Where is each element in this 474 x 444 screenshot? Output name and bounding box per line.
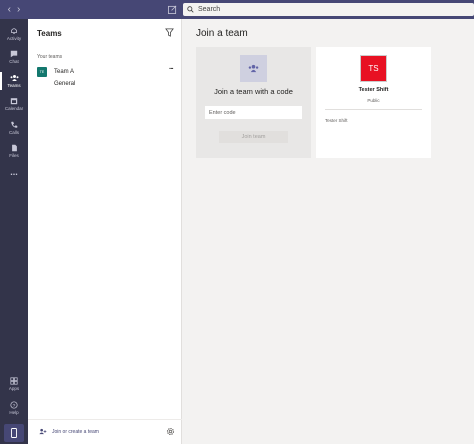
page-title: Join a team (196, 28, 248, 39)
team-name: Team A (54, 68, 75, 75)
chat-icon (10, 50, 18, 58)
appbar-item-calendar[interactable]: Calendar (0, 97, 28, 111)
back-arrow-icon[interactable]: ‹ (8, 4, 11, 15)
help-icon: ? (10, 401, 18, 409)
appbar-label: Teams (7, 83, 21, 88)
search-placeholder: Search (198, 6, 221, 13)
new-chat-button[interactable] (162, 0, 182, 19)
forward-arrow-icon[interactable]: › (17, 4, 20, 15)
team-avatar: TE (37, 66, 47, 77)
appbar-item-chat[interactable]: Chat (0, 50, 28, 64)
appbar-item-activity[interactable]: Activity (0, 27, 28, 41)
appbar-item-teams[interactable]: Teams (0, 72, 28, 90)
download-mobile-button[interactable] (4, 424, 24, 442)
teams-panel: Teams Your teams TE Team A ··· General J… (28, 19, 182, 444)
people-add-icon (39, 428, 47, 435)
search-input[interactable]: Search (183, 3, 474, 16)
appbar-item-files[interactable]: Files (0, 144, 28, 158)
panel-title: Teams (37, 29, 62, 38)
join-or-create-team-button[interactable]: Join or create a team (39, 428, 99, 435)
team-tile-avatar: TS (360, 55, 387, 82)
compose-icon (167, 5, 176, 14)
appbar-label: Chat (9, 59, 19, 64)
your-teams-label: Your teams (37, 54, 63, 60)
appbar-item-apps[interactable]: Apps (0, 377, 28, 391)
team-card-owner: Tester Shift (325, 118, 348, 123)
appbar-label: Files (9, 153, 19, 158)
teams-icon (10, 75, 18, 81)
filter-icon[interactable] (165, 28, 174, 37)
team-row[interactable]: TE Team A ··· (37, 66, 177, 77)
appbar-label: Calls (8, 130, 19, 135)
more-options-icon[interactable]: ··· (169, 66, 174, 73)
divider (325, 109, 422, 110)
join-with-code-card: Join a team with a code Enter code Join … (196, 47, 311, 158)
more-icon: ... (10, 167, 18, 177)
file-icon (11, 144, 17, 152)
team-code-input[interactable]: Enter code (205, 106, 302, 119)
join-team-button[interactable]: Join team (219, 131, 288, 143)
nav-arrows: ‹ › (0, 4, 28, 15)
phone-icon (11, 121, 18, 128)
appbar-label: Help (9, 410, 19, 415)
appbar-more-button[interactable]: ... (0, 168, 28, 177)
join-create-label: Join or create a team (52, 428, 99, 435)
title-bar: ‹ › Search (0, 0, 474, 19)
appbar-item-calls[interactable]: Calls (0, 121, 28, 135)
code-input-placeholder: Enter code (209, 109, 236, 116)
mobile-phone-icon (11, 428, 17, 438)
appbar-label: Activity (6, 36, 22, 41)
appbar-item-help[interactable]: ? Help (0, 401, 28, 415)
team-card[interactable]: TS Tester Shift Public Tester Shift (316, 47, 431, 158)
app-bar: Activity Chat Teams Calendar Calls Files… (0, 19, 28, 444)
panel-footer: Join or create a team (28, 419, 182, 444)
search-icon (187, 6, 194, 13)
calendar-icon (10, 98, 18, 105)
team-card-privacy: Public (367, 98, 380, 103)
apps-icon (10, 377, 18, 385)
channel-general[interactable]: General (54, 81, 75, 87)
gear-icon[interactable] (166, 427, 175, 436)
team-code-icon (240, 55, 267, 82)
join-code-heading: Join a team with a code (214, 87, 293, 96)
svg-text:?: ? (13, 403, 16, 409)
bell-icon (11, 28, 17, 34)
appbar-label: Calendar (4, 106, 24, 111)
appbar-label: Apps (8, 386, 20, 391)
team-card-name: Tester Shift (358, 87, 389, 93)
